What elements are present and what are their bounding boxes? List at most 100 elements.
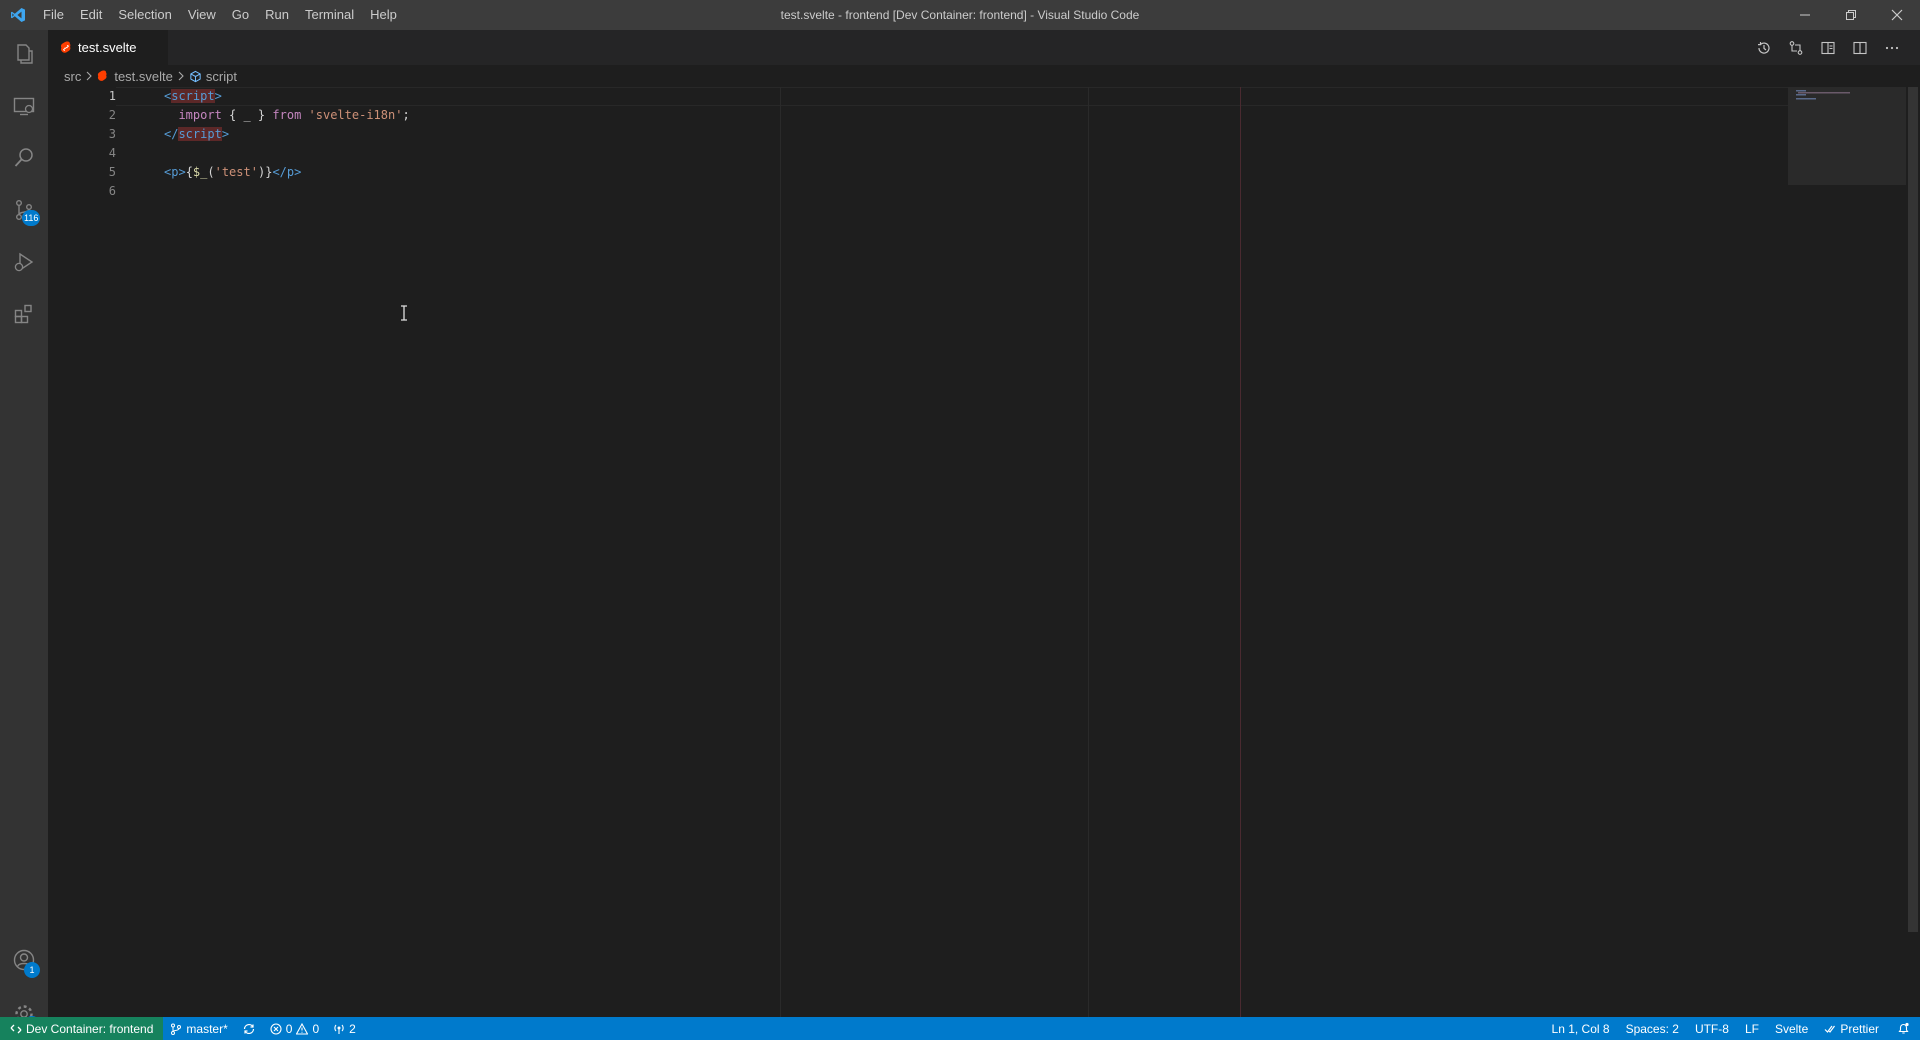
current-line-highlight xyxy=(116,87,1790,106)
restore-button[interactable] xyxy=(1828,0,1874,30)
language-selector[interactable]: Svelte xyxy=(1767,1017,1816,1040)
tab-bar: test.svelte xyxy=(48,30,1920,65)
remote-indicator[interactable]: Dev Container: frontend xyxy=(0,1017,164,1040)
open-preview-button[interactable] xyxy=(1812,30,1844,65)
run-debug-button[interactable] xyxy=(0,238,48,286)
accounts-badge: 1 xyxy=(24,962,40,978)
double-check-icon xyxy=(1824,1025,1836,1033)
eol-selector[interactable]: LF xyxy=(1737,1017,1767,1040)
tab-test-svelte[interactable]: test.svelte xyxy=(48,30,168,65)
menu-selection[interactable]: Selection xyxy=(110,0,179,30)
vscode-logo-icon xyxy=(0,0,35,30)
ports-count: 2 xyxy=(349,1021,356,1036)
column-ruler xyxy=(1240,87,1241,1017)
error-count: 0 xyxy=(285,1021,293,1036)
run-debug-icon xyxy=(14,252,34,272)
git-compare-icon xyxy=(1789,40,1803,55)
svelte-icon xyxy=(98,69,107,81)
warning-icon xyxy=(296,1022,309,1035)
status-bar-right: Ln 1, Col 8 Spaces: 2 UTF-8 LF Svelte Pr… xyxy=(1544,1017,1920,1040)
chevron-right-icon xyxy=(85,71,93,81)
code-area[interactable]: <script> import { _ } from 'svelte-i18n'… xyxy=(116,87,1920,1017)
search-button[interactable] xyxy=(0,134,48,182)
ports-indicator[interactable]: 2 xyxy=(326,1017,363,1040)
line-number: 6 xyxy=(108,184,116,198)
line-number-gutter: 1 2 3 4 5 6 xyxy=(48,87,116,1017)
minimize-button[interactable] xyxy=(1782,0,1828,30)
token: script xyxy=(171,89,215,103)
indent-ruler xyxy=(1088,87,1089,1017)
token: from xyxy=(272,108,302,122)
token: script xyxy=(178,127,222,141)
breadcrumb-symbol[interactable]: script xyxy=(189,69,237,84)
token: import xyxy=(178,108,222,122)
breadcrumb-file[interactable]: test.svelte xyxy=(97,69,173,84)
scrollbar-thumb[interactable] xyxy=(1908,87,1918,932)
mouse-ibeam-cursor-icon xyxy=(400,305,408,324)
code-line: import { _ } from 'svelte-i18n'; xyxy=(116,106,410,125)
preview-icon xyxy=(1821,41,1835,54)
line-number: 1 xyxy=(108,89,116,103)
window-controls xyxy=(1782,0,1920,30)
remote-explorer-button[interactable] xyxy=(0,82,48,130)
branch-indicator[interactable]: master* xyxy=(163,1017,234,1040)
prettier-label: Prettier xyxy=(1840,1021,1879,1036)
token: { xyxy=(185,165,193,179)
menu-view[interactable]: View xyxy=(180,0,224,30)
vertical-scrollbar[interactable] xyxy=(1906,87,1920,1017)
bell-icon xyxy=(1898,1022,1909,1034)
menu-bar: File Edit Selection View Go Run Terminal… xyxy=(35,0,405,30)
encoding-selector[interactable]: UTF-8 xyxy=(1687,1017,1737,1040)
split-editor-button[interactable] xyxy=(1844,30,1876,65)
more-actions-button[interactable] xyxy=(1876,30,1908,65)
close-window-button[interactable] xyxy=(1874,0,1920,30)
accounts-button[interactable]: 1 xyxy=(0,936,48,984)
breadcrumb-folder[interactable]: src xyxy=(64,69,81,84)
history-icon xyxy=(1758,41,1770,54)
extensions-button[interactable] xyxy=(0,290,48,338)
explorer-button[interactable] xyxy=(0,30,48,78)
search-icon xyxy=(14,148,33,167)
prettier-status[interactable]: Prettier xyxy=(1816,1017,1887,1040)
minimap[interactable] xyxy=(1788,87,1906,185)
problems-indicator[interactable]: 0 0 xyxy=(263,1017,326,1040)
timeline-button[interactable] xyxy=(1748,30,1780,65)
editor[interactable]: 1 2 3 4 5 6 <script> import { _ } from '… xyxy=(48,87,1920,1017)
remote-label: Dev Container: frontend xyxy=(26,1021,154,1036)
line-number: 2 xyxy=(108,108,116,122)
activity-bar: 116 1 1 xyxy=(0,30,48,1032)
open-changes-button[interactable] xyxy=(1780,30,1812,65)
breadcrumb-symbol-label: script xyxy=(205,68,237,84)
code-line: <p>{$_('test')}</p> xyxy=(116,163,301,182)
remote-icon xyxy=(10,1024,22,1033)
git-branch-icon xyxy=(171,1023,182,1035)
minimap-content xyxy=(1796,90,1850,100)
indentation-selector[interactable]: Spaces: 2 xyxy=(1618,1017,1687,1040)
sync-button[interactable] xyxy=(235,1017,263,1040)
menu-edit[interactable]: Edit xyxy=(72,0,110,30)
menu-run[interactable]: Run xyxy=(257,0,297,30)
source-control-badge: 116 xyxy=(22,210,41,226)
warning-count: 0 xyxy=(312,1021,320,1036)
menu-file[interactable]: File xyxy=(35,0,72,30)
token: $_ xyxy=(192,165,208,179)
token: </ xyxy=(164,127,179,141)
tab-label: test.svelte xyxy=(78,40,137,55)
editor-actions xyxy=(1748,30,1908,65)
token: </p> xyxy=(272,165,302,179)
menu-terminal[interactable]: Terminal xyxy=(297,0,362,30)
breadcrumb-file-label: test.svelte xyxy=(114,68,173,84)
line-number: 3 xyxy=(108,127,116,141)
token: ; xyxy=(402,108,410,122)
menu-go[interactable]: Go xyxy=(224,0,257,30)
title-bar: File Edit Selection View Go Run Terminal… xyxy=(0,0,1920,30)
cursor-position[interactable]: Ln 1, Col 8 xyxy=(1544,1017,1618,1040)
source-control-button[interactable]: 116 xyxy=(0,186,48,234)
notifications-button[interactable] xyxy=(1887,1017,1920,1040)
menu-help[interactable]: Help xyxy=(362,0,405,30)
symbol-module-icon xyxy=(190,70,201,82)
token: ( xyxy=(207,165,215,179)
